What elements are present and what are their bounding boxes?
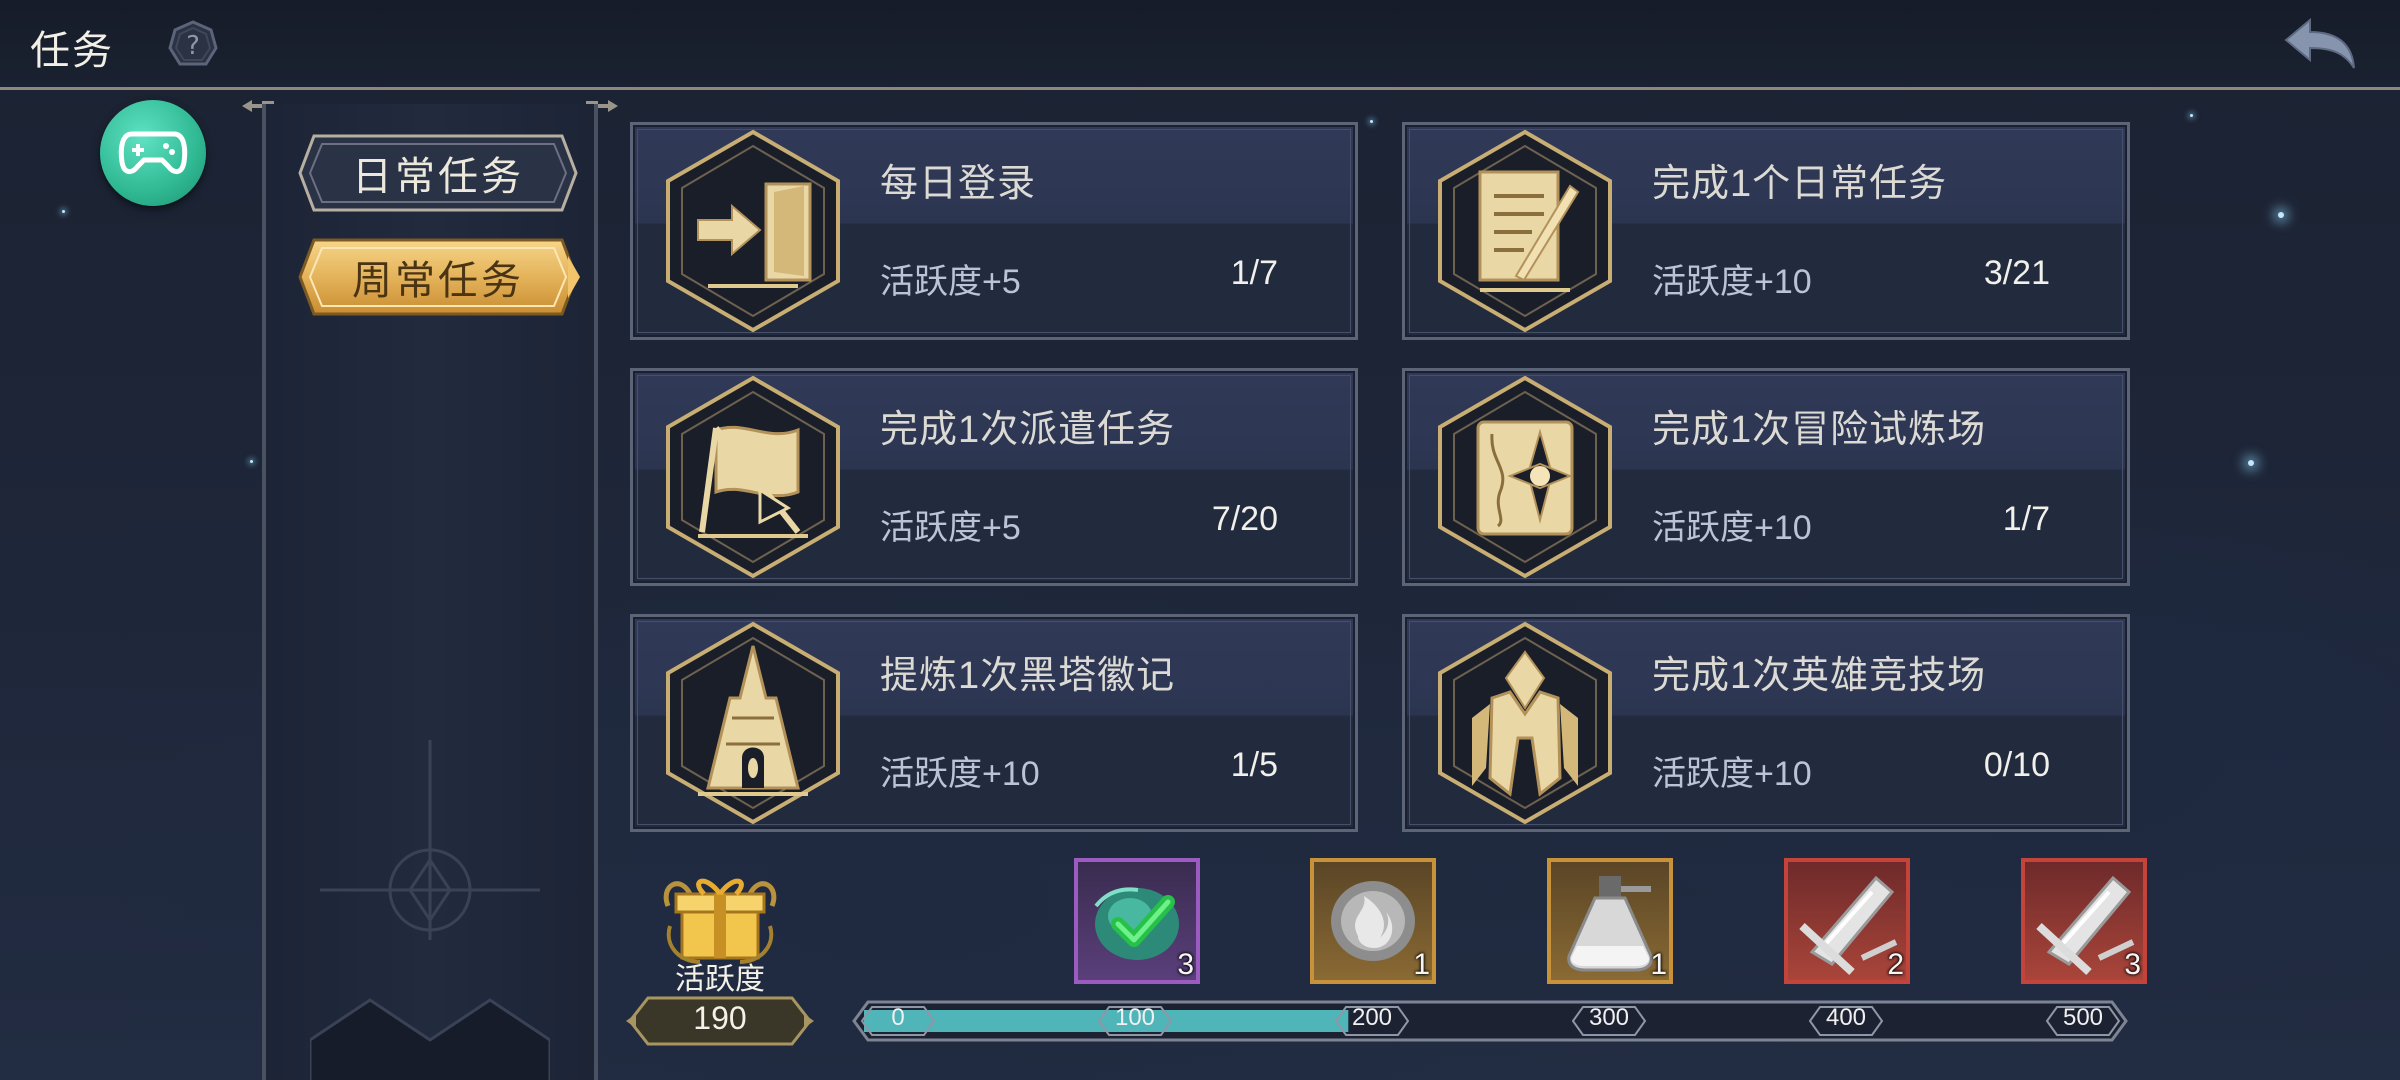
- task-reward: 活跃度+10: [1652, 509, 1812, 547]
- door-enter-icon: [666, 129, 840, 333]
- star-decoration: [62, 210, 65, 213]
- task-progress: 1/7: [1230, 254, 1278, 292]
- activity-label: 活跃度: [675, 963, 765, 996]
- task-title: 完成1次冒险试炼场: [1652, 409, 1987, 451]
- tab-label: 日常任务: [352, 155, 524, 199]
- task-card: 完成1次冒险试炼场 活跃度+10 1/7: [1402, 368, 2130, 586]
- activity-progress-fill: [864, 1010, 1349, 1032]
- task-title: 完成1次英雄竞技场: [1652, 655, 1987, 697]
- star-decoration: [250, 460, 253, 463]
- fire-stone-icon: [1331, 881, 1415, 961]
- reward-item[interactable]: 1: [1547, 858, 1673, 984]
- star-decoration: [1370, 120, 1373, 123]
- reward-item[interactable]: 3: [1074, 858, 1200, 984]
- task-title: 完成1个日常任务: [1652, 163, 1948, 205]
- tick-label: 100: [1114, 1004, 1156, 1031]
- tab-weekly-tasks[interactable]: 周常任务: [296, 236, 580, 318]
- tick-label: 400: [1825, 1004, 1867, 1031]
- task-reward: 活跃度+10: [1652, 263, 1812, 301]
- task-reward: 活跃度+10: [1652, 755, 1812, 793]
- checkmark-icon: [1111, 895, 1175, 947]
- top-bar: 任务 ?: [0, 0, 2400, 90]
- activity-value: 190: [693, 1000, 747, 1036]
- task-card: 完成1个日常任务 活跃度+10 3/21: [1402, 122, 2130, 340]
- task-card: 完成1次英雄竞技场 活跃度+10 0/10: [1402, 614, 2130, 832]
- compass-book-icon: [1438, 375, 1612, 579]
- reward-count: 3: [2124, 948, 2141, 981]
- reward-count: 1: [1413, 948, 1430, 981]
- hero-armor-icon: [1438, 621, 1612, 825]
- reward-count: 3: [1177, 948, 1194, 981]
- task-progress: 1/7: [2002, 500, 2050, 538]
- crystal-shard-icon: [2036, 875, 2135, 975]
- task-title: 提炼1次黑塔徽记: [880, 655, 1176, 697]
- page-title: 任务: [30, 29, 114, 73]
- banner-ornament: [310, 740, 550, 1080]
- task-card: 提炼1次黑塔徽记 活跃度+10 1/5: [630, 614, 1358, 832]
- star-decoration: [2190, 114, 2193, 117]
- tick-label: 0: [891, 1004, 905, 1031]
- star-decoration: [2278, 212, 2284, 218]
- gamepad-icon[interactable]: [100, 100, 206, 206]
- activity-progress-bar: [852, 1000, 2128, 1042]
- svg-text:?: ?: [186, 31, 200, 61]
- reward-item[interactable]: 1: [1310, 858, 1436, 984]
- reward-count: 1: [1650, 948, 1667, 981]
- task-progress: 0/10: [1983, 746, 2050, 784]
- task-reward: 活跃度+5: [880, 263, 1021, 301]
- scroll-quill-icon: [1438, 129, 1612, 333]
- tab-label: 周常任务: [352, 259, 524, 303]
- back-arrow-icon[interactable]: [2280, 14, 2360, 74]
- banner-flag-icon: [666, 375, 840, 579]
- reward-item[interactable]: 2: [1784, 858, 1910, 984]
- gift-chest-icon[interactable]: [660, 866, 780, 966]
- task-progress: 3/21: [1983, 254, 2050, 292]
- task-card: 每日登录 活跃度+5 1/7: [630, 122, 1358, 340]
- task-progress: 1/5: [1230, 746, 1278, 784]
- task-reward: 活跃度+5: [880, 509, 1021, 547]
- potion-bottle-icon: [1567, 876, 1653, 972]
- black-tower-icon: [666, 621, 840, 825]
- task-progress: 7/20: [1211, 500, 1278, 538]
- tick-label: 500: [2062, 1004, 2104, 1031]
- tick-label: 200: [1351, 1004, 1393, 1031]
- task-reward: 活跃度+10: [880, 755, 1040, 793]
- tick-label: 300: [1588, 1004, 1630, 1031]
- tab-daily-tasks[interactable]: 日常任务: [296, 132, 580, 214]
- reward-count: 2: [1887, 948, 1904, 981]
- star-decoration: [2248, 460, 2254, 466]
- task-title: 完成1次派遣任务: [880, 409, 1176, 451]
- task-title: 每日登录: [880, 163, 1037, 205]
- task-card: 完成1次派遣任务 活跃度+5 7/20: [630, 368, 1358, 586]
- reward-item[interactable]: 3: [2021, 858, 2147, 984]
- crystal-shard-icon: [1799, 875, 1898, 975]
- question-mark-icon[interactable]: ?: [168, 20, 218, 70]
